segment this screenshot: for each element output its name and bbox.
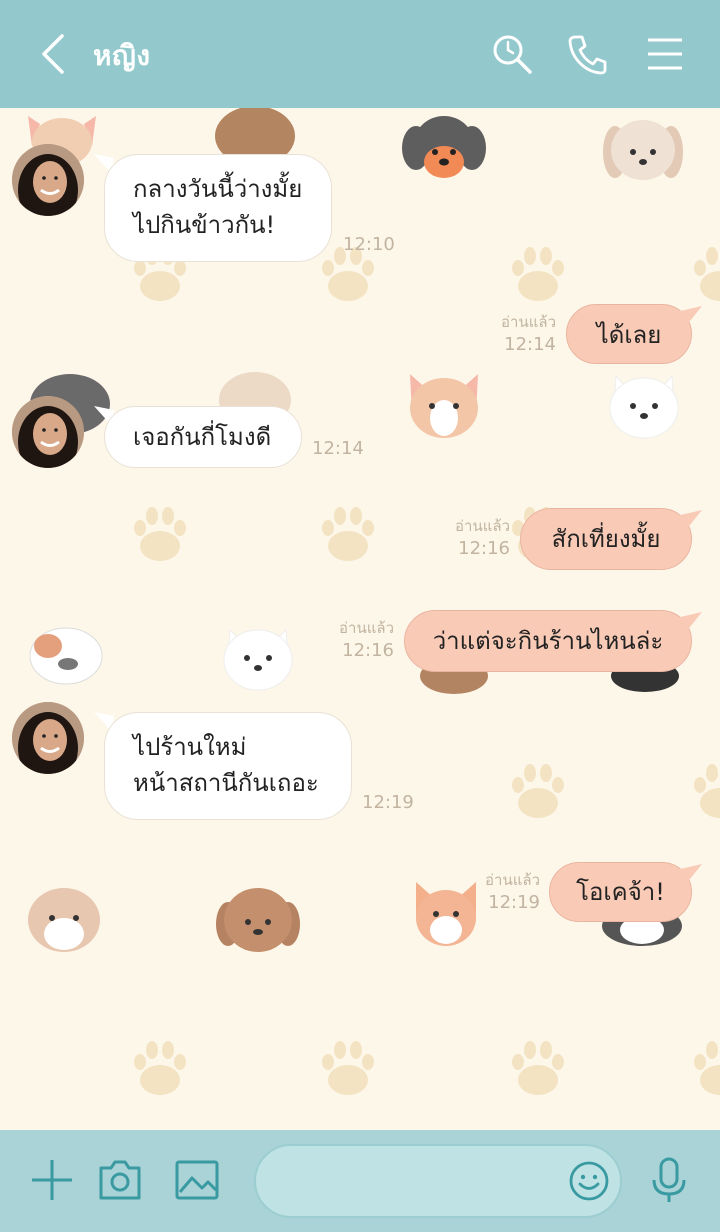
message-time: 12:14 [312,438,364,459]
read-receipt: อ่านแล้ว [485,871,540,889]
outgoing-message-bubble[interactable]: ได้เลย [566,304,692,364]
camera-icon[interactable] [97,1158,143,1202]
phone-icon[interactable] [565,32,609,76]
message-toolbar [0,1130,720,1232]
message-text: ว่าแต่จะกินร้านไหนล่ะ [432,627,664,655]
message-text: กลางวันนี้ว่างมั้ย [133,175,303,203]
avatar[interactable] [12,396,84,468]
chat-area[interactable]: กลางวันนี้ว่างมั้ย ไปกินข้าวกัน! 12:10 อ… [0,108,720,1130]
read-receipt: อ่านแล้ว [501,313,556,331]
microphone-icon[interactable] [650,1156,688,1204]
message-meta: อ่านแล้ว 12:16 [424,516,510,562]
search-icon[interactable] [490,32,534,76]
plus-icon[interactable] [30,1158,74,1202]
message-text: เจอกันกี่โมงดี [133,423,272,451]
message-time: 12:19 [488,892,540,913]
chevron-left-icon[interactable] [36,32,72,76]
bubble-tail [676,864,702,884]
outgoing-message-bubble[interactable]: โอเคจ้า! [549,862,692,922]
outgoing-message-bubble[interactable]: ว่าแต่จะกินร้านไหนล่ะ [404,610,692,672]
message-text: หน้าสถานีกันเถอะ [133,769,319,797]
message-text: สักเที่ยงมั้ย [551,525,661,553]
message-time: 12:14 [504,334,556,355]
bubble-tail [676,510,702,530]
read-receipt: อ่านแล้ว [339,619,394,637]
message-text: ไปกินข้าวกัน! [133,211,276,239]
avatar[interactable] [12,702,84,774]
incoming-message-bubble[interactable]: กลางวันนี้ว่างมั้ย ไปกินข้าวกัน! [104,154,332,262]
incoming-message-bubble[interactable]: เจอกันกี่โมงดี [104,406,302,468]
message-input[interactable] [254,1144,622,1218]
message-text: ได้เลย [596,321,662,349]
chat-header: หญิง [0,0,720,108]
message-time: 12:16 [342,640,394,661]
message-meta: อ่านแล้ว 12:14 [470,312,556,358]
bubble-tail [676,612,702,632]
outgoing-message-bubble[interactable]: สักเที่ยงมั้ย [520,508,692,570]
bubble-tail [676,306,702,326]
message-text: ไปร้านใหม่ [133,733,247,761]
avatar[interactable] [12,144,84,216]
message-meta: อ่านแล้ว 12:19 [454,870,540,916]
message-time: 12:19 [362,792,414,813]
message-time: 12:10 [343,234,395,255]
message-text: โอเคจ้า! [576,878,665,906]
image-icon[interactable] [174,1158,220,1202]
menu-icon[interactable] [644,32,688,76]
read-receipt: อ่านแล้ว [455,517,510,535]
incoming-message-bubble[interactable]: ไปร้านใหม่ หน้าสถานีกันเถอะ [104,712,352,820]
smiley-icon[interactable] [568,1160,610,1202]
message-time: 12:16 [458,538,510,559]
chat-title: หญิง [93,39,151,72]
message-meta: อ่านแล้ว 12:16 [308,618,394,664]
